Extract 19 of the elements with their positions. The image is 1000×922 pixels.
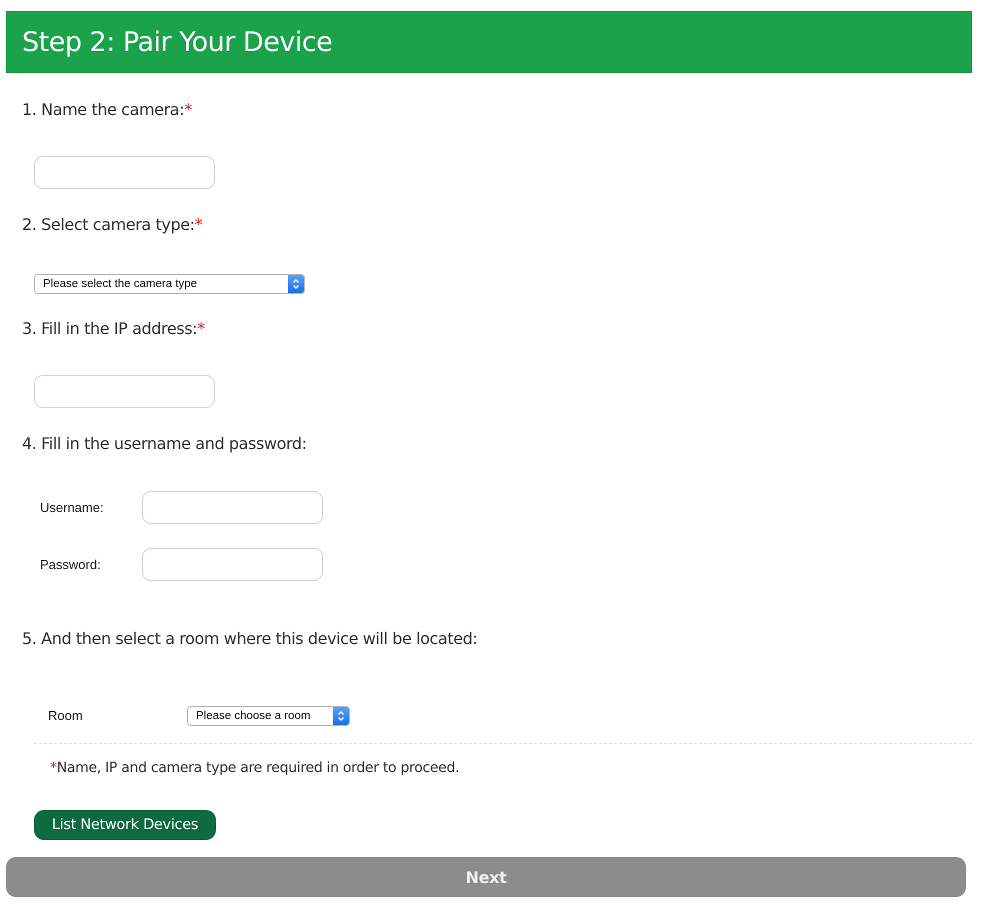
field-label: Room <box>48 708 84 723</box>
text-field[interactable] <box>34 156 215 189</box>
step-label: 4. Fill in the username and password: <box>22 433 308 455</box>
step-label: 2. Select camera type:* <box>22 214 204 236</box>
chevron-icon <box>337 710 345 722</box>
step-label: 3. Fill in the IP address:* <box>22 318 206 340</box>
field-label: Password: <box>40 557 102 572</box>
text-field[interactable] <box>34 375 215 408</box>
text-field[interactable] <box>142 491 323 524</box>
step-label: 1. Name the camera:* <box>22 99 193 121</box>
required-note: *Name, IP and camera type are required in order to proceed. <box>50 759 460 777</box>
step-label: 5. And then select a room where this device will be located: <box>22 628 478 650</box>
header-title: Step 2: Pair Your Device <box>22 26 332 58</box>
field-label: Username: <box>40 500 105 515</box>
select-dropdown[interactable]: Please choose a room <box>187 706 350 726</box>
select-dropdown[interactable]: Please select the camera type <box>34 274 305 294</box>
text-field[interactable] <box>142 548 323 581</box>
list-devices-button[interactable]: List Network Devices <box>34 810 216 840</box>
chevron-icon <box>292 278 300 290</box>
